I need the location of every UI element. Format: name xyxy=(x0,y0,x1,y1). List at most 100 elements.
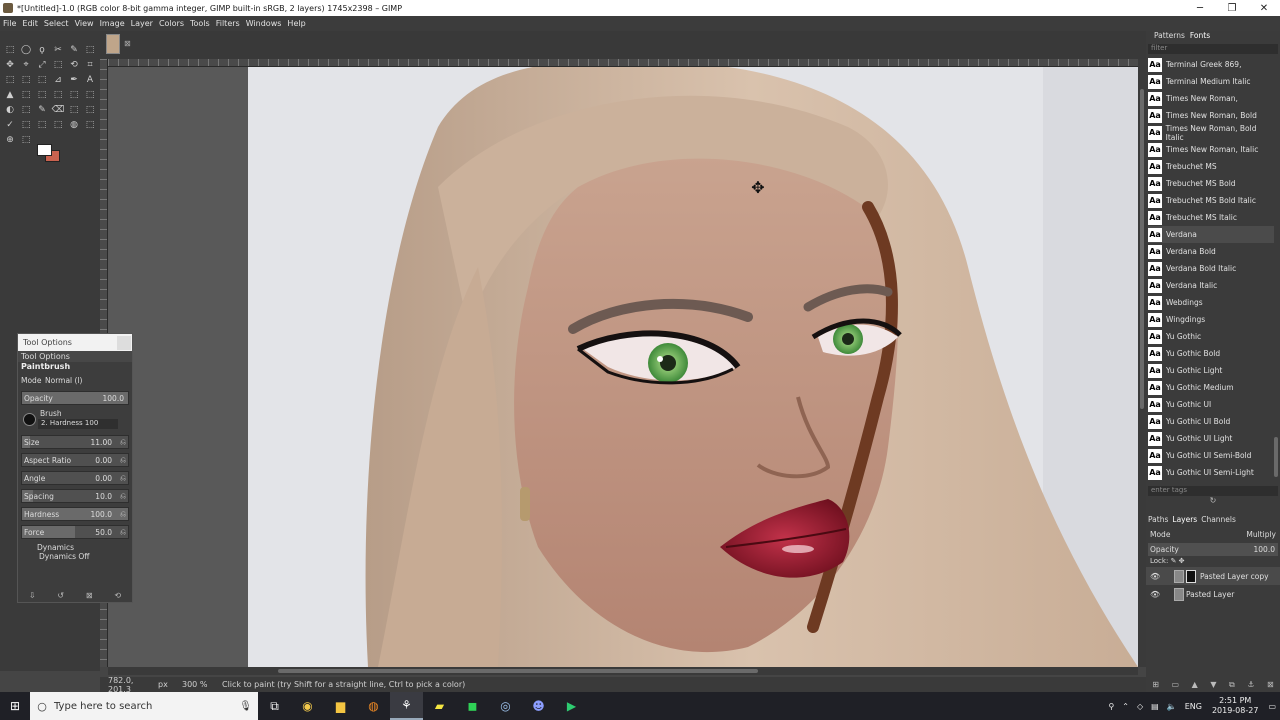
steam-icon[interactable]: ◎ xyxy=(489,692,522,720)
tool-button[interactable]: ⌖ xyxy=(19,58,33,71)
brush-selector[interactable]: Brush 2. Hardness 100 xyxy=(21,409,129,431)
tool-button[interactable]: ⬚ xyxy=(67,103,81,116)
people-icon[interactable]: ⚲ xyxy=(1108,702,1114,711)
link-icon[interactable]: ⎌ xyxy=(120,491,126,501)
menu-help[interactable]: Help xyxy=(287,19,305,28)
tool-button[interactable]: ⬚ xyxy=(83,118,97,131)
discord-icon[interactable]: ☻ xyxy=(522,692,555,720)
tool-button[interactable]: ⤢ xyxy=(35,58,49,71)
tool-button[interactable]: ⬚ xyxy=(19,103,33,116)
tool-button[interactable]: ⬚ xyxy=(19,88,33,101)
tool-button[interactable]: ✎ xyxy=(35,103,49,116)
tool-button[interactable]: ⬚ xyxy=(51,58,65,71)
maximize-button[interactable]: ❐ xyxy=(1216,3,1248,14)
notifications-icon[interactable]: ▭ xyxy=(1268,702,1276,711)
tool-button[interactable]: ◍ xyxy=(67,118,81,131)
new-layer-icon[interactable]: ⊞ xyxy=(1152,680,1159,692)
task-view-icon[interactable]: ⧉ xyxy=(258,692,291,720)
taskbar-clock[interactable]: 2:51 PM 2019-08-27 xyxy=(1212,696,1259,716)
link-icon[interactable]: ⎌ xyxy=(120,473,126,483)
link-icon[interactable]: ⎌ xyxy=(120,509,126,519)
font-list-item[interactable]: Aa Yu Gothic UI Light xyxy=(1148,430,1274,447)
font-list-item[interactable]: Aa Yu Gothic xyxy=(1148,328,1274,345)
font-list-item[interactable]: Aa Times New Roman, Bold Italic xyxy=(1148,124,1274,142)
foreground-color-swatch[interactable] xyxy=(37,144,52,156)
zoom-selector[interactable]: 300 % xyxy=(182,680,218,689)
tool-button[interactable]: ⌫ xyxy=(51,103,65,116)
size-slider[interactable]: Size 11.00 ⎌ xyxy=(21,435,129,449)
font-list-item[interactable]: Aa Trebuchet MS Bold Italic xyxy=(1148,192,1274,209)
taskbar-search[interactable]: ○ Type here to search 🎙 xyxy=(30,692,258,720)
font-list-item[interactable]: Aa Yu Gothic UI Semi-Bold xyxy=(1148,447,1274,464)
chrome-icon[interactable]: ◉ xyxy=(291,692,324,720)
lock-pixels-icon[interactable]: ✎ xyxy=(1171,557,1177,565)
tool-button[interactable]: ⬚ xyxy=(83,88,97,101)
lower-layer-icon[interactable]: ▼ xyxy=(1210,680,1216,692)
tool-button[interactable]: ⬚ xyxy=(35,118,49,131)
tool-button[interactable]: ϙ xyxy=(35,43,49,56)
blender-icon[interactable]: ◍ xyxy=(357,692,390,720)
menu-tools[interactable]: Tools xyxy=(190,19,210,28)
file-explorer-icon[interactable]: ▆ xyxy=(324,692,357,720)
font-list-item[interactable]: Aa Verdana Bold Italic xyxy=(1148,260,1274,277)
tool-button[interactable]: ⬚ xyxy=(3,43,17,56)
tool-button[interactable]: ⬚ xyxy=(35,73,49,86)
tool-button[interactable]: ✓ xyxy=(3,118,17,131)
tool-button[interactable]: ⬚ xyxy=(51,88,65,101)
mode-select[interactable]: Normal (l) xyxy=(45,376,82,385)
tool-button[interactable]: ✂ xyxy=(51,43,65,56)
tool-button[interactable]: ⬚ xyxy=(19,73,33,86)
layer-name[interactable]: Pasted Layer xyxy=(1186,590,1234,599)
windows-start-icon[interactable]: ⊞ xyxy=(0,692,30,720)
tool-button[interactable]: ⬚ xyxy=(3,73,17,86)
layer-mode-select[interactable]: Multiply xyxy=(1246,530,1276,539)
tab-layers[interactable]: Layers xyxy=(1172,515,1197,526)
gimp-taskbar-icon[interactable]: ⚘ xyxy=(390,692,423,720)
refresh-fonts-icon[interactable]: ↻ xyxy=(1146,496,1280,506)
font-list-item[interactable]: Aa Trebuchet MS Bold xyxy=(1148,175,1274,192)
font-list-item[interactable]: Aa Times New Roman, xyxy=(1148,90,1274,107)
tool-button[interactable]: ⬚ xyxy=(19,133,33,146)
hardness-slider[interactable]: Hardness 100.0 ⎌ xyxy=(21,507,129,521)
image-tab-close-icon[interactable]: ⊠ xyxy=(124,39,131,48)
font-list-scrollbar[interactable] xyxy=(1274,437,1278,477)
tool-button[interactable]: ✎ xyxy=(67,43,81,56)
menu-image[interactable]: Image xyxy=(100,19,125,28)
tab-channels[interactable]: Channels xyxy=(1201,515,1236,526)
tool-options-titlebar[interactable]: Tool Options xyxy=(18,334,132,351)
delete-layer-icon[interactable]: ⊠ xyxy=(1267,680,1274,692)
horizontal-ruler[interactable] xyxy=(108,59,1138,67)
show-hidden-icons-icon[interactable]: ⌃ xyxy=(1122,702,1129,711)
spacing-slider[interactable]: Spacing 10.0 ⎌ xyxy=(21,489,129,503)
opacity-slider[interactable]: Opacity 100.0 xyxy=(21,391,129,405)
tool-button[interactable]: ⬚ xyxy=(35,88,49,101)
tool-button[interactable]: ⊿ xyxy=(51,73,65,86)
font-list-item[interactable]: Aa Webdings xyxy=(1148,294,1274,311)
restore-preset-icon[interactable]: ↺ xyxy=(57,591,64,600)
menu-colors[interactable]: Colors xyxy=(159,19,184,28)
font-list-item[interactable]: Aa Yu Gothic UI Semi-Light xyxy=(1148,464,1274,481)
fg-bg-color-selector[interactable] xyxy=(37,144,63,166)
force-slider[interactable]: Force 50.0 ⎌ xyxy=(21,525,129,539)
menu-view[interactable]: View xyxy=(75,19,94,28)
font-list-item[interactable]: Aa Yu Gothic Medium xyxy=(1148,379,1274,396)
language-indicator[interactable]: ENG xyxy=(1185,702,1202,711)
dynamics-section[interactable]: Dynamics Dynamics Off xyxy=(21,543,129,561)
font-list-item[interactable]: Aa Verdana Bold xyxy=(1148,243,1274,260)
menu-windows[interactable]: Windows xyxy=(246,19,282,28)
horizontal-scrollbar[interactable] xyxy=(108,667,1138,675)
link-icon[interactable]: ⎌ xyxy=(120,527,126,537)
tool-button[interactable]: ✒ xyxy=(67,73,81,86)
lock-position-icon[interactable]: ✥ xyxy=(1179,557,1185,565)
vertical-scrollbar[interactable] xyxy=(1138,59,1146,667)
delete-preset-icon[interactable]: ⊠ xyxy=(86,591,93,600)
tool-button[interactable]: ⟲ xyxy=(67,58,81,71)
anchor-layer-icon[interactable]: ⚓ xyxy=(1247,680,1254,692)
line-icon[interactable]: ◼ xyxy=(456,692,489,720)
close-window-button[interactable]: ✕ xyxy=(1248,3,1280,14)
font-list-item[interactable]: Aa Terminal Greek 869, xyxy=(1148,56,1274,73)
unit-selector[interactable]: px xyxy=(158,680,182,689)
tool-button[interactable]: ✥ xyxy=(3,58,17,71)
sticky-notes-icon[interactable]: ▰ xyxy=(423,692,456,720)
visibility-eye-icon[interactable]: 👁 xyxy=(1150,572,1160,581)
